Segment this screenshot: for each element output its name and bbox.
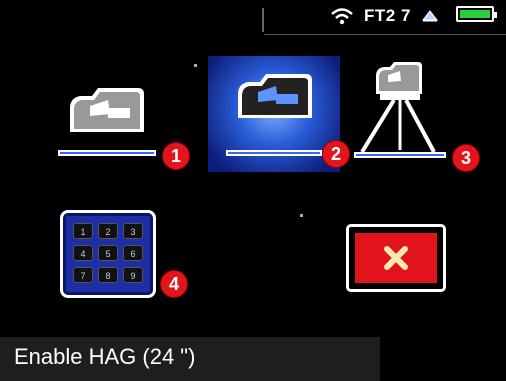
keypad-key: 6 (123, 245, 143, 261)
option-1-badge: 1 (162, 142, 190, 170)
instrument-icon (70, 88, 144, 132)
instrument-icon (238, 74, 312, 118)
keypad-key: 3 (123, 223, 143, 239)
option-2-bar (226, 150, 322, 156)
keypad-key: 4 (73, 245, 93, 261)
wifi-icon (331, 8, 353, 25)
battery-icon (456, 6, 497, 22)
close-icon (384, 246, 408, 270)
triangle-icon (422, 10, 438, 22)
keypad-key: 7 (73, 267, 93, 283)
option-1-tile[interactable]: 1 (50, 62, 200, 172)
keypad-key: 9 (123, 267, 143, 283)
keypad-icon[interactable]: 123 456 789 (60, 210, 156, 298)
option-3-bar (354, 152, 446, 158)
status-label: FT2 7 (364, 6, 411, 25)
status-bar: FT2 7 (0, 0, 506, 35)
keypad-key: 1 (73, 223, 93, 239)
status-rule (264, 34, 506, 35)
divider-dot (300, 214, 303, 217)
battery-nub (494, 12, 497, 18)
close-button[interactable] (346, 224, 446, 292)
option-3-badge: 3 (452, 144, 480, 172)
tripod-instrument-icon (360, 62, 436, 154)
keypad-key: 5 (98, 245, 118, 261)
divider-dot (194, 64, 197, 67)
keypad-key: 2 (98, 223, 118, 239)
keypad-key: 8 (98, 267, 118, 283)
close-button-face (355, 233, 437, 283)
battery-level (460, 10, 490, 18)
footer-text: Enable HAG (24 ") (14, 344, 196, 369)
status-divider (262, 8, 264, 32)
option-4-badge: 4 (160, 270, 188, 298)
option-2-tile[interactable]: 2 (208, 56, 350, 172)
option-1-bar (58, 150, 156, 156)
option-3-tile[interactable]: 3 (346, 56, 496, 176)
